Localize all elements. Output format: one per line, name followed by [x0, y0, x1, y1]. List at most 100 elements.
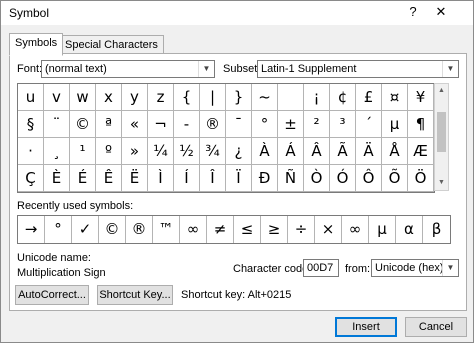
symbol-cell[interactable]: Ì — [148, 165, 174, 192]
tab-symbols-label: Symbols — [15, 37, 58, 49]
symbol-cell[interactable]: Ä — [356, 138, 382, 165]
recent-symbol-cell[interactable]: → — [18, 216, 45, 243]
recent-symbol-cell[interactable]: × — [315, 216, 342, 243]
symbol-cell[interactable] — [278, 84, 304, 111]
symbol-cell[interactable]: « — [122, 111, 148, 138]
symbol-cell[interactable]: Ó — [330, 165, 356, 192]
subset-dropdown[interactable]: Latin-1 Supplement ▼ — [257, 60, 459, 78]
recent-symbol-cell[interactable]: ≠ — [207, 216, 234, 243]
cancel-button[interactable]: Cancel — [405, 317, 467, 337]
symbol-cell[interactable]: Ê — [96, 165, 122, 192]
tab-symbols[interactable]: Symbols — [9, 33, 64, 56]
symbol-cell[interactable]: ¸ — [44, 138, 70, 165]
symbol-cell[interactable]: y — [122, 84, 148, 111]
symbol-cell[interactable]: | — [200, 84, 226, 111]
symbol-cell[interactable]: § — [18, 111, 44, 138]
symbol-cell[interactable]: » — [122, 138, 148, 165]
recent-symbol-cell[interactable]: α — [396, 216, 423, 243]
symbol-cell[interactable]: Õ — [382, 165, 408, 192]
symbol-cell[interactable]: Á — [278, 138, 304, 165]
symbol-cell[interactable]: ± — [278, 111, 304, 138]
symbol-cell[interactable]: ¿ — [226, 138, 252, 165]
character-code-input[interactable]: 00D7 — [303, 259, 339, 277]
symbol-cell[interactable]: ¯ — [226, 111, 252, 138]
symbol-cell[interactable]: z — [148, 84, 174, 111]
chevron-down-icon: ▼ — [442, 260, 458, 276]
symbol-cell[interactable]: ½ — [174, 138, 200, 165]
recent-symbol-cell[interactable]: ✓ — [72, 216, 99, 243]
symbol-cell[interactable]: ³ — [330, 111, 356, 138]
recent-symbol-cell[interactable]: µ — [369, 216, 396, 243]
symbol-cell[interactable]: Å — [382, 138, 408, 165]
symbol-cell[interactable]: ¬ — [148, 111, 174, 138]
close-icon[interactable]: ✕ — [433, 4, 449, 20]
recent-symbol-cell[interactable]: © — [99, 216, 126, 243]
symbol-cell[interactable]: Ð — [252, 165, 278, 192]
symbol-cell[interactable]: } — [226, 84, 252, 111]
recent-symbol-cell[interactable]: ® — [126, 216, 153, 243]
symbol-cell[interactable]: ¹ — [70, 138, 96, 165]
symbol-cell[interactable]: ´ — [356, 111, 382, 138]
symbol-cell[interactable]: ¤ — [382, 84, 408, 111]
symbol-cell[interactable]: È — [44, 165, 70, 192]
symbol-cell[interactable]: ¨ — [44, 111, 70, 138]
recent-symbol-cell[interactable]: ≤ — [234, 216, 261, 243]
symbol-cell[interactable]: Í — [174, 165, 200, 192]
symbol-cell[interactable]: Ã — [330, 138, 356, 165]
help-icon[interactable]: ? — [405, 4, 421, 19]
symbol-cell[interactable]: ~ — [252, 84, 278, 111]
recent-symbol-cell[interactable]: ≥ — [261, 216, 288, 243]
symbol-cell[interactable]: ¾ — [200, 138, 226, 165]
symbol-cell[interactable]: w — [70, 84, 96, 111]
symbol-cell[interactable]: x — [96, 84, 122, 111]
symbol-cell[interactable]: É — [70, 165, 96, 192]
symbol-cell[interactable]: ¼ — [148, 138, 174, 165]
recent-symbol-cell[interactable]: ÷ — [288, 216, 315, 243]
recent-symbol-cell[interactable]: ∞ — [180, 216, 207, 243]
symbol-cell[interactable]: ª — [96, 111, 122, 138]
recent-symbol-cell[interactable]: β — [423, 216, 450, 243]
scroll-down-icon[interactable]: ▼ — [435, 176, 448, 190]
scroll-up-icon[interactable]: ▲ — [435, 84, 448, 98]
symbol-cell[interactable]: Ë — [122, 165, 148, 192]
font-dropdown[interactable]: (normal text) ▼ — [41, 60, 215, 78]
symbol-cell[interactable]: ¢ — [330, 84, 356, 111]
subset-value: Latin-1 Supplement — [261, 63, 357, 75]
symbol-cell[interactable]: Ô — [356, 165, 382, 192]
symbol-cell[interactable]: £ — [356, 84, 382, 111]
insert-button[interactable]: Insert — [335, 317, 397, 337]
symbol-cell[interactable]: µ — [382, 111, 408, 138]
symbol-cell[interactable]: ¡ — [304, 84, 330, 111]
symbol-grid-scrollbar[interactable]: ▲ ▼ — [434, 83, 449, 191]
symbol-cell[interactable]: Â — [304, 138, 330, 165]
recent-symbol-cell[interactable]: ∞ — [342, 216, 369, 243]
symbol-cell[interactable]: © — [70, 111, 96, 138]
symbol-cell[interactable]: v — [44, 84, 70, 111]
symbol-cell[interactable]: ² — [304, 111, 330, 138]
symbol-cell[interactable]: · — [18, 138, 44, 165]
scrollbar-thumb[interactable] — [437, 112, 446, 152]
symbol-cell[interactable]: u — [18, 84, 44, 111]
symbol-cell[interactable]: Ö — [408, 165, 434, 192]
symbol-cell[interactable]: ° — [252, 111, 278, 138]
from-dropdown[interactable]: Unicode (hex) ▼ — [371, 259, 459, 277]
symbol-cell[interactable]: Æ — [408, 138, 434, 165]
symbol-cell[interactable]: Ò — [304, 165, 330, 192]
autocorrect-button[interactable]: AutoCorrect... — [15, 285, 89, 305]
symbol-cell[interactable]: Î — [200, 165, 226, 192]
symbol-cell[interactable]: ¥ — [408, 84, 434, 111]
symbol-cell[interactable]: Ñ — [278, 165, 304, 192]
symbol-cell[interactable]: - — [174, 111, 200, 138]
symbol-cell[interactable]: ¶ — [408, 111, 434, 138]
recent-symbol-cell[interactable]: ™ — [153, 216, 180, 243]
symbol-cell[interactable]: Ç — [18, 165, 44, 192]
symbol-cell[interactable]: ® — [200, 111, 226, 138]
symbol-cell[interactable]: { — [174, 84, 200, 111]
recent-symbol-cell[interactable]: ° — [45, 216, 72, 243]
tab-special-characters[interactable]: Special Characters — [59, 35, 164, 55]
shortcut-key-button[interactable]: Shortcut Key... — [97, 285, 173, 305]
symbol-cell[interactable]: º — [96, 138, 122, 165]
unicode-name-label: Unicode name: — [17, 252, 91, 264]
symbol-cell[interactable]: Ï — [226, 165, 252, 192]
symbol-cell[interactable]: À — [252, 138, 278, 165]
